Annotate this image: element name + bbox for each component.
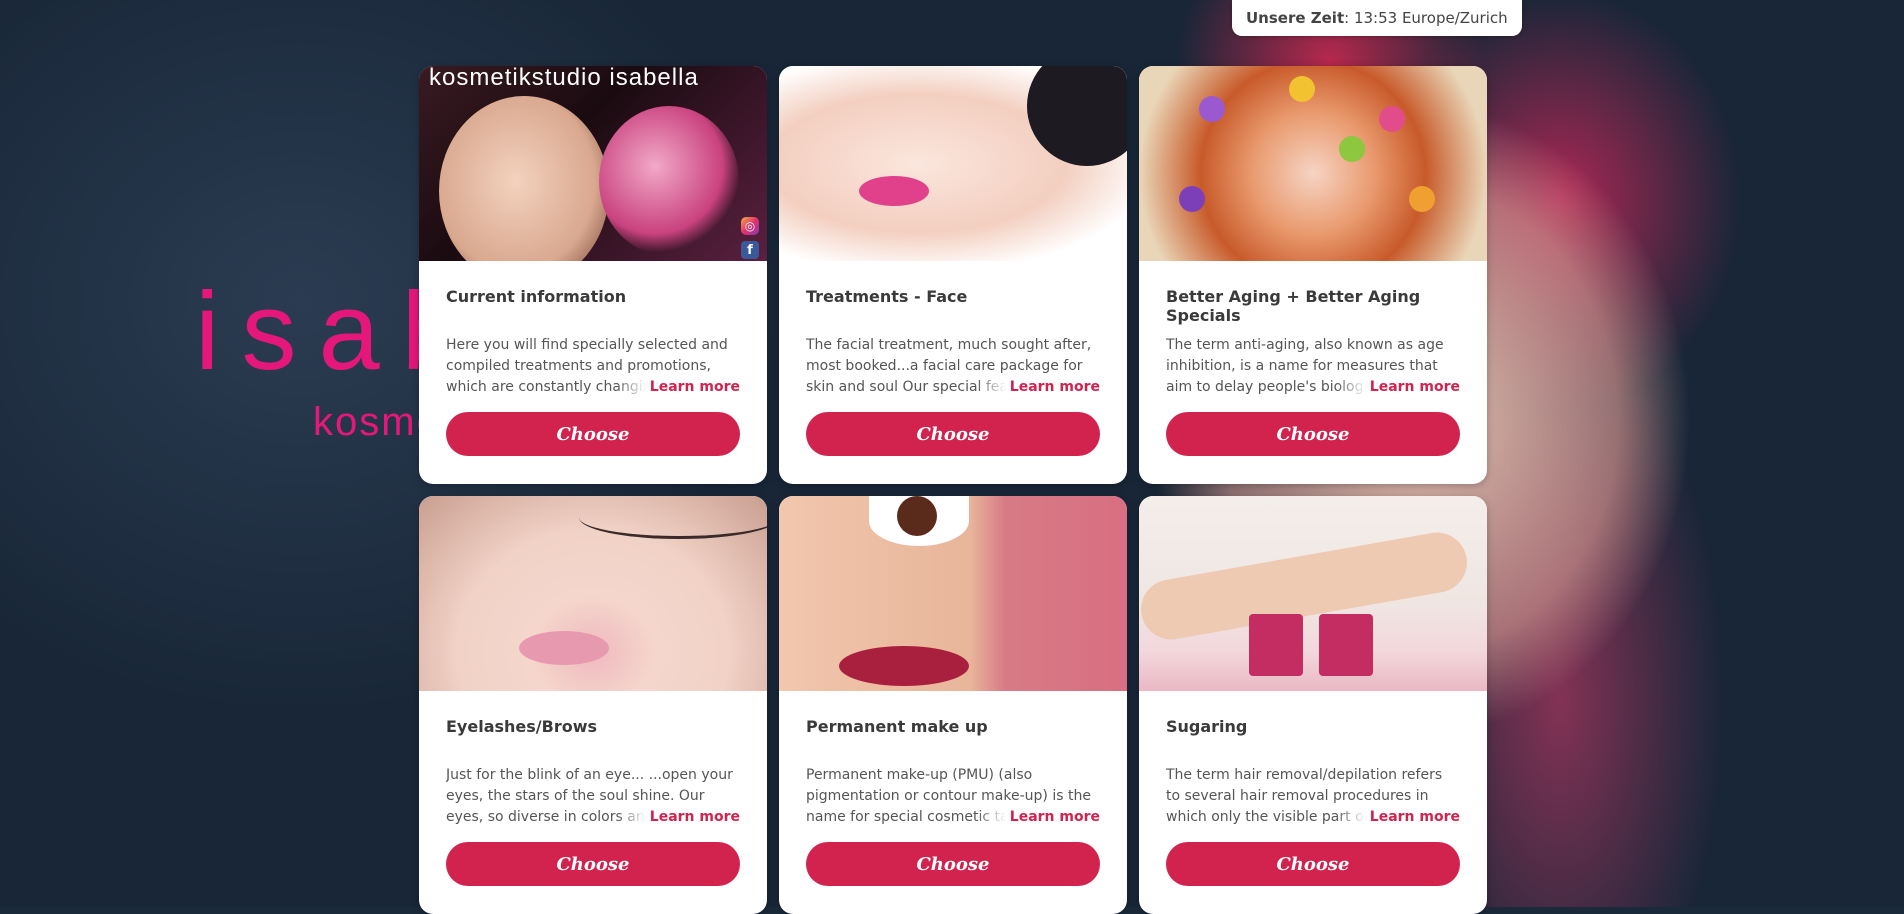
card-image [779,496,1127,691]
card-image [1139,496,1487,691]
learn-more-link[interactable]: Learn more [615,807,740,828]
choose-button[interactable]: Choose [446,412,740,456]
card-title: Permanent make up [806,717,988,736]
card-description: The term hair removal/depilation refers … [1166,765,1460,828]
card-image [779,66,1127,261]
time-value: : 13:53 Europe/Zurich [1344,9,1508,27]
time-badge: Unsere Zeit : 13:53 Europe/Zurich [1232,0,1522,36]
card-description: Permanent make-up (PMU) (also pigmentati… [806,765,1100,828]
learn-more-link[interactable]: Learn more [1335,377,1460,398]
category-card[interactable]: Permanent make up Permanent make-up (PMU… [779,496,1127,914]
category-card[interactable]: Better Aging + Better Aging Specials The… [1139,66,1487,484]
card-image [1139,66,1487,261]
card-description: The term anti-aging, also known as age i… [1166,335,1460,398]
category-card[interactable]: kosmetikstudio isabella ◎ f Current info… [419,66,767,484]
time-label: Unsere Zeit [1246,9,1345,27]
card-description: Just for the blink of an eye... ...open … [446,765,740,828]
image-caption: kosmetikstudio isabella [429,66,699,91]
card-title: Current information [446,287,627,306]
card-image: kosmetikstudio isabella ◎ f [419,66,767,261]
choose-button[interactable]: Choose [1166,842,1460,886]
choose-button[interactable]: Choose [446,842,740,886]
instagram-icon[interactable]: ◎ [741,217,759,235]
card-title: Sugaring [1166,717,1248,736]
category-card[interactable]: Treatments - Face The facial treatment, … [779,66,1127,484]
category-card[interactable]: Eyelashes/Brows Just for the blink of an… [419,496,767,914]
card-description: The facial treatment, much sought after,… [806,335,1100,398]
card-title: Treatments - Face [806,287,968,306]
card-image [419,496,767,691]
learn-more-link[interactable]: Learn more [1335,807,1460,828]
learn-more-link[interactable]: Learn more [615,377,740,398]
learn-more-link[interactable]: Learn more [975,807,1100,828]
category-card[interactable]: Sugaring The term hair removal/depilatio… [1139,496,1487,914]
choose-button[interactable]: Choose [806,412,1100,456]
learn-more-link[interactable]: Learn more [975,377,1100,398]
card-title: Better Aging + Better Aging Specials [1166,287,1421,325]
facebook-icon[interactable]: f [741,241,759,259]
choose-button[interactable]: Choose [806,842,1100,886]
choose-button[interactable]: Choose [1166,412,1460,456]
card-title: Eyelashes/Brows [446,717,598,736]
card-description: Here you will find specially selected an… [446,335,740,398]
